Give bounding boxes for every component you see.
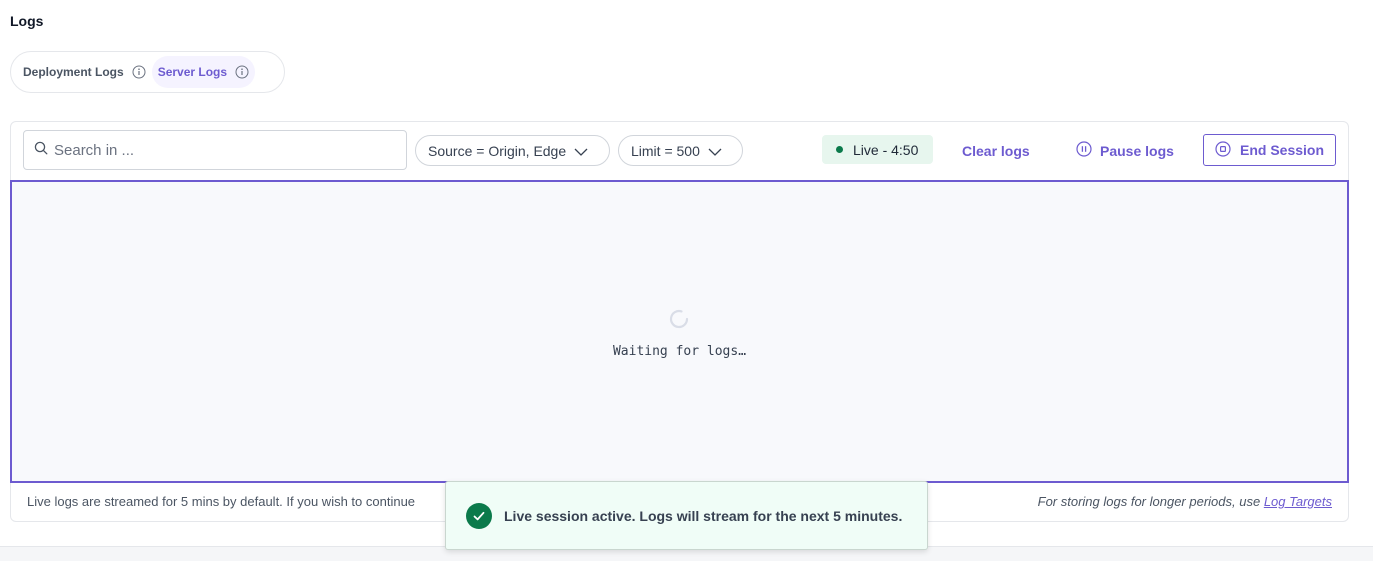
stop-icon — [1215, 140, 1231, 160]
live-status-badge: Live - 4:50 — [822, 135, 933, 164]
log-targets-link[interactable]: Log Targets — [1264, 494, 1332, 509]
search-icon — [34, 141, 48, 160]
page-title: Logs — [10, 13, 44, 29]
log-output-area[interactable]: Waiting for logs… — [10, 180, 1349, 483]
tab-server-logs[interactable]: Server Logs — [151, 56, 256, 88]
source-filter-dropdown[interactable]: Source = Origin, Edge — [415, 135, 610, 166]
loading-spinner-icon — [668, 308, 690, 330]
tab-deployment-logs[interactable]: Deployment Logs — [17, 56, 152, 88]
logs-toolbar: Source = Origin, Edge Limit = 500 Live -… — [11, 122, 1348, 180]
logs-panel: Source = Origin, Edge Limit = 500 Live -… — [10, 121, 1349, 522]
toast-message: Live session active. Logs will stream fo… — [504, 507, 903, 524]
waiting-message: Waiting for logs… — [612, 344, 747, 359]
search-input[interactable] — [54, 141, 384, 159]
clear-logs-button[interactable]: Clear logs — [962, 135, 1030, 166]
footer-storage-note: For storing logs for longer periods, use… — [1038, 494, 1332, 509]
chevron-down-icon — [708, 143, 722, 159]
session-toast: Live session active. Logs will stream fo… — [445, 481, 928, 550]
check-circle-icon — [466, 502, 492, 529]
clear-logs-label: Clear logs — [962, 142, 1030, 159]
live-badge-label: Live - 4:50 — [853, 141, 919, 158]
footer-storage-text: For storing logs for longer periods, use — [1037, 494, 1261, 509]
end-session-button[interactable]: End Session — [1203, 134, 1336, 166]
limit-filter-dropdown[interactable]: Limit = 500 — [618, 135, 743, 166]
live-dot-icon — [836, 146, 843, 153]
pause-icon — [1076, 141, 1092, 160]
logs-page: Logs Deployment Logs Server Logs Sourc — [0, 0, 1373, 561]
search-box[interactable] — [23, 130, 407, 170]
tab-label: Deployment Logs — [23, 65, 124, 79]
footer-note: Live logs are streamed for 5 mins by def… — [27, 494, 416, 509]
info-icon[interactable] — [235, 65, 249, 79]
end-session-label: End Session — [1239, 142, 1325, 158]
limit-filter-label: Limit = 500 — [631, 142, 700, 159]
log-type-tabs: Deployment Logs Server Logs — [10, 51, 285, 93]
pause-logs-button[interactable]: Pause logs — [1076, 135, 1174, 166]
chevron-down-icon — [574, 143, 588, 159]
pause-logs-label: Pause logs — [1100, 142, 1174, 159]
tab-label: Server Logs — [157, 65, 228, 79]
source-filter-label: Source = Origin, Edge — [428, 142, 567, 159]
info-icon[interactable] — [132, 65, 146, 79]
